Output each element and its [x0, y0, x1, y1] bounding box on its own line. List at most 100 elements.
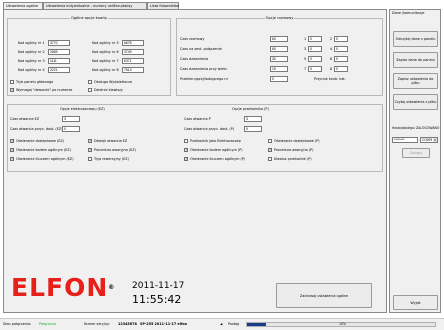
connection-time-label: Czas na zest. połączenie [180, 47, 222, 51]
slot-2-input[interactable] [334, 36, 348, 42]
chevron-down-icon: ▾ [433, 138, 437, 142]
ez-open-time-input[interactable] [62, 116, 80, 122]
relay-code-open-label: Otwieranie kodem ogólnym (P) [190, 148, 243, 152]
ez-sound-label: Dźwięk otwarcia EZ [94, 139, 128, 143]
control-button-note: Przycisk kontr. kat. [314, 77, 346, 81]
ez-code-open-checkbox[interactable]: ✓ [10, 148, 14, 152]
slot-6-input[interactable] [334, 56, 348, 62]
require-bell-label: Wymagaj "dzwonek" po numerze [16, 88, 73, 92]
slot-8-label: 8 [330, 67, 333, 71]
ez-reverse-label: Tryp rewersyjny (EZ) [94, 157, 129, 161]
progress-fill [247, 323, 266, 326]
general-options-title: Ogólne opcje koarty [69, 16, 109, 20]
ez-button-time-label: Czas otwarcia przyc. dost. (EZ) [10, 127, 63, 131]
display-support-checkbox[interactable] [88, 80, 92, 84]
password-input[interactable] [392, 137, 418, 143]
require-bell-checkbox[interactable]: ✓ [10, 88, 14, 92]
slot-1-label: 1 [304, 37, 307, 41]
code-input-2[interactable] [48, 49, 70, 55]
relay-as-lock-checkbox[interactable] [184, 139, 188, 143]
code-input-4[interactable] [48, 67, 70, 73]
slot-2-label: 2 [330, 37, 333, 41]
relay-code-open-checkbox[interactable]: ✓ [184, 148, 188, 152]
code-input-3[interactable] [48, 58, 70, 64]
tab-inverter-list[interactable]: Lista falowników [147, 2, 179, 9]
slot-5-label: 5 [304, 57, 307, 61]
code-input-7[interactable] [122, 58, 144, 64]
ring-time-input[interactable] [270, 56, 288, 62]
relay-button-time-input[interactable] [244, 126, 262, 132]
date-display: 2011-11-17 [132, 281, 185, 291]
save-to-file-button[interactable]: Zapisz ustawienia do pliku [393, 73, 438, 89]
port-select[interactable]: COM9 ▾ [420, 137, 438, 143]
relay-key-checkbox[interactable] [268, 157, 272, 161]
code-label-8: Kod ogólny nr 8 [92, 68, 119, 72]
read-from-file-button[interactable]: Czytaj ustawienia z pliku [393, 94, 438, 110]
exit-button[interactable]: Wyjdź [393, 295, 438, 310]
code-input-1[interactable] [48, 40, 70, 46]
code-label-5: Kod ogólny nr 5 [92, 41, 119, 45]
write-to-panel-button[interactable]: Zapisz dane do panelu [393, 52, 438, 68]
registered-mark: ® [108, 284, 116, 291]
code-label-2: Kod ogólny nr 2 [18, 50, 45, 54]
ez-open-time-label: Czas otwarcia EZ [10, 117, 40, 121]
ez-button-time-input[interactable] [62, 126, 80, 132]
ring-time-label: Czas dzwonienia [180, 57, 209, 61]
slot-5-input[interactable] [308, 56, 322, 62]
redirect-number-label: Przekierującej/ladującego nr [180, 77, 228, 81]
ez-access-open-label: Otwieranie dostęnkowe (EZ) [16, 139, 65, 143]
relay-key-open-checkbox[interactable]: ✓ [184, 157, 188, 161]
connection-status-label: Stan połączenia: [3, 322, 32, 326]
relay-emergency-label: Procedura awaryjna (P) [274, 148, 314, 152]
progress-percent: 10% [339, 322, 347, 326]
tab-individual-settings[interactable]: Ustawienia indywidualne - numery uniflex… [43, 2, 147, 9]
connection-status-value: Połączono [39, 322, 56, 326]
code-input-8[interactable] [122, 67, 144, 73]
code-input-6[interactable] [122, 49, 144, 55]
relay-open-time-input[interactable] [244, 116, 262, 122]
ring-time-extended-label: Czas dzwonienia przy wiekr. [180, 67, 228, 71]
serial-number-value: 12345678 [118, 322, 137, 326]
logo-text: ELFON [11, 273, 109, 302]
time-display: 11:55:42 [132, 293, 182, 306]
slot-7-input[interactable] [308, 66, 322, 72]
save-general-button[interactable]: Zachowaj ustawienia ogólne [276, 283, 372, 308]
relay-access-open-checkbox[interactable] [268, 139, 272, 143]
ez-reverse-checkbox[interactable] [88, 157, 92, 161]
communication-title: Dane /komunikacje [392, 11, 425, 15]
progress-label: Postęp [228, 322, 240, 326]
progress-icon: ◀ [220, 322, 223, 326]
relay-as-lock-label: Przekaźnik jako Elektrozaczep [190, 139, 241, 143]
ez-emergency-checkbox[interactable]: ✓ [88, 148, 92, 152]
firmware-version: SP-255 2011-11-17 elfon [140, 322, 188, 326]
call-time-label: Czas rozmowy [180, 37, 205, 41]
slot-1-input[interactable] [308, 36, 322, 42]
slot-3-label: 3 [304, 47, 307, 51]
ez-emergency-label: Procedura awaryjna (EZ) [94, 148, 136, 152]
slot-4-label: 4 [330, 47, 333, 51]
connection-time-input[interactable] [270, 46, 288, 52]
redirect-number-input[interactable] [270, 76, 288, 82]
slot-4-input[interactable] [334, 46, 348, 52]
port-value: COM9 [422, 138, 433, 142]
login-button[interactable]: Zaloguj [402, 148, 430, 158]
ez-access-open-checkbox[interactable]: ✓ [10, 139, 14, 143]
relay-key-label: Klawisz przekaźnik (P) [274, 157, 312, 161]
slot-8-input[interactable] [334, 66, 348, 72]
code-label-3: Kod ogólny nr 3 [18, 59, 45, 63]
code-input-5[interactable] [122, 40, 144, 46]
key-division-checkbox[interactable] [88, 88, 92, 92]
ez-sound-checkbox[interactable]: ✓ [88, 139, 92, 143]
key-division-label: Dzielnie klawiszy [94, 88, 123, 92]
main-panel-mode-checkbox[interactable] [10, 80, 14, 84]
call-time-input[interactable] [270, 36, 288, 42]
slot-3-input[interactable] [308, 46, 322, 52]
relay-emergency-checkbox[interactable]: ✓ [268, 148, 272, 152]
relay-button-time-label: Czas otwarcia przyc. dost. (P) [184, 127, 235, 131]
ez-key-open-checkbox[interactable]: ✓ [10, 157, 14, 161]
ring-time-extended-input[interactable] [270, 66, 288, 72]
progress-bar: 10% [246, 322, 436, 327]
main-panel-mode-label: Tryb panelu głównego [16, 80, 54, 84]
code-label-1: Kod ogólny nr 1 [18, 41, 45, 45]
read-from-panel-button[interactable]: Odczytaj dane z panelu [393, 31, 438, 47]
